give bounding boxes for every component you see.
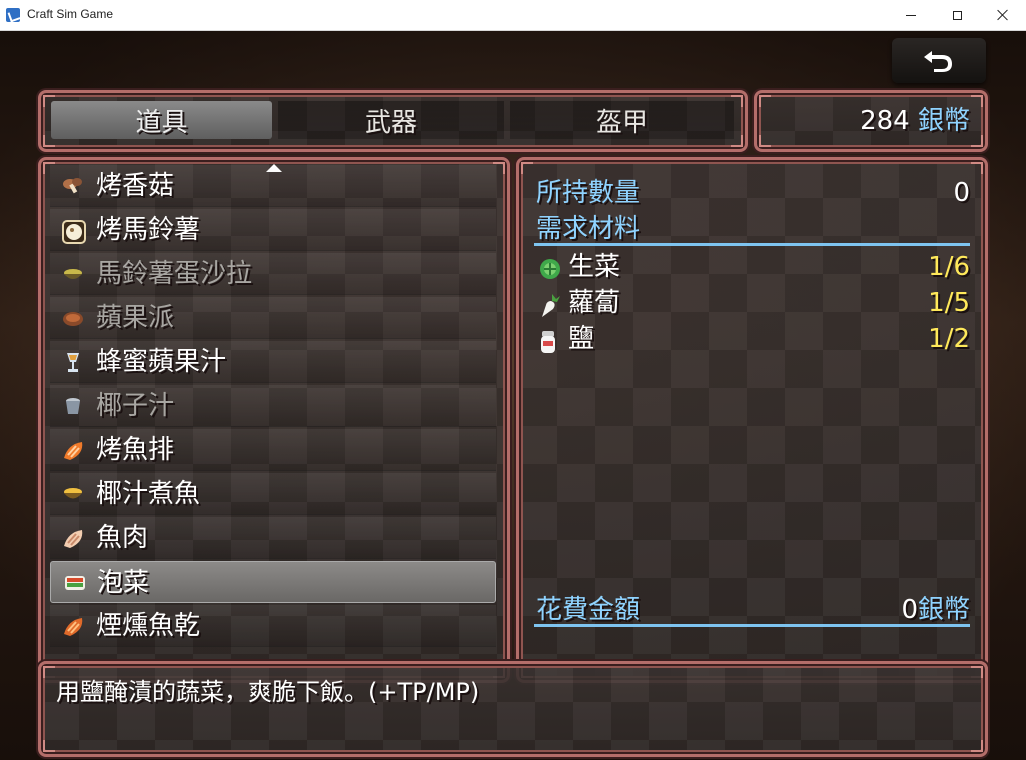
salad-bowl-icon (62, 264, 84, 284)
mushroom-icon (62, 176, 84, 196)
close-icon (997, 9, 1009, 21)
minimize-icon (906, 14, 916, 16)
item-row[interactable]: 椰子汁 (50, 385, 496, 427)
item-label: 馬鈴薯蛋沙拉 (96, 259, 253, 289)
close-button[interactable] (980, 0, 1026, 30)
item-row[interactable]: 蘋果派 (50, 297, 496, 339)
item-label: 烤馬鈴薯 (96, 215, 201, 245)
radish-icon (538, 293, 562, 317)
tab-armor[interactable]: 盔甲 (510, 101, 734, 139)
currency-amount: 284 (860, 106, 910, 136)
window-titlebar: Craft Sim Game (0, 0, 1026, 31)
cost-label: 花費金額 (536, 595, 641, 625)
maximize-icon (952, 10, 962, 20)
item-row[interactable]: 椰汁煮魚 (50, 473, 496, 515)
material-label: 鹽 (568, 324, 595, 354)
owned-quantity-value: 0 (953, 178, 970, 208)
item-label: 魚肉 (96, 523, 149, 553)
owned-quantity-label: 所持數量 (536, 178, 641, 208)
material-count: 1/6 (928, 252, 970, 282)
item-row[interactable]: 烤香菇 (50, 165, 496, 207)
item-label: 烤魚排 (96, 435, 175, 465)
item-label: 椰子汁 (96, 391, 175, 421)
materials-header: 需求材料 (536, 214, 641, 244)
window-title: Craft Sim Game (27, 7, 114, 21)
lettuce-icon (538, 257, 562, 281)
tab-weapons[interactable]: 武器 (278, 101, 504, 139)
currency-unit: 銀幣 (917, 106, 970, 136)
maximize-button[interactable] (934, 0, 980, 30)
coconut-cup-icon (62, 396, 84, 416)
item-description: 用鹽醃漬的蔬菜，爽脆下飯。(+TP/MP) (56, 678, 480, 706)
return-arrow-icon (924, 51, 952, 72)
salt-icon (538, 329, 562, 353)
materials-header-underline (534, 243, 970, 246)
back-button[interactable] (892, 38, 986, 83)
cost-unit: 銀幣 (917, 595, 970, 625)
item-label: 泡菜 (97, 568, 150, 598)
tab-items[interactable]: 道具 (51, 101, 272, 139)
item-row[interactable]: 烤魚排 (50, 429, 496, 471)
item-label: 煙燻魚乾 (96, 611, 201, 641)
cost-display: 0銀幣 (820, 593, 970, 627)
item-label: 椰汁煮魚 (96, 479, 201, 509)
fish-fillet-icon (62, 440, 84, 460)
material-row: 生菜 1/6 (536, 250, 970, 286)
game-screen: 道具 武器 盔甲 284 銀幣 烤香菇烤馬鈴薯馬鈴薯蛋沙拉 蘋果派蜂蜜蘋果汁椰子汁… (0, 31, 1026, 760)
fish-meat-icon (62, 528, 84, 548)
juice-glass-icon (62, 352, 84, 372)
item-row[interactable]: 馬鈴薯蛋沙拉 (50, 253, 496, 295)
material-count: 1/2 (928, 324, 970, 354)
material-row: 鹽 1/2 (536, 322, 970, 358)
material-label: 生菜 (568, 252, 621, 282)
material-label: 蘿蔔 (568, 288, 621, 318)
item-row[interactable]: 蜂蜜蘋果汁 (50, 341, 496, 383)
stew-bowl-icon (62, 484, 84, 504)
item-row[interactable]: 魚肉 (50, 517, 496, 559)
material-count: 1/5 (928, 288, 970, 318)
item-label: 蜂蜜蘋果汁 (96, 347, 227, 377)
pie-icon (62, 308, 84, 328)
smoked-fish-icon (62, 616, 84, 636)
item-label: 蘋果派 (96, 303, 175, 333)
material-row: 蘿蔔 1/5 (536, 286, 970, 322)
potato-icon (62, 220, 86, 244)
item-row[interactable]: 泡菜 (50, 561, 496, 603)
kimchi-icon (63, 573, 85, 593)
cost-value: 0 (901, 595, 918, 625)
item-label: 烤香菇 (96, 171, 175, 201)
minimize-button[interactable] (888, 0, 934, 30)
item-row[interactable]: 煙燻魚乾 (50, 605, 496, 647)
cost-underline (534, 624, 970, 627)
app-icon (6, 8, 20, 22)
currency-display: 284 銀幣 (770, 104, 970, 138)
item-row[interactable]: 烤馬鈴薯 (50, 209, 496, 251)
